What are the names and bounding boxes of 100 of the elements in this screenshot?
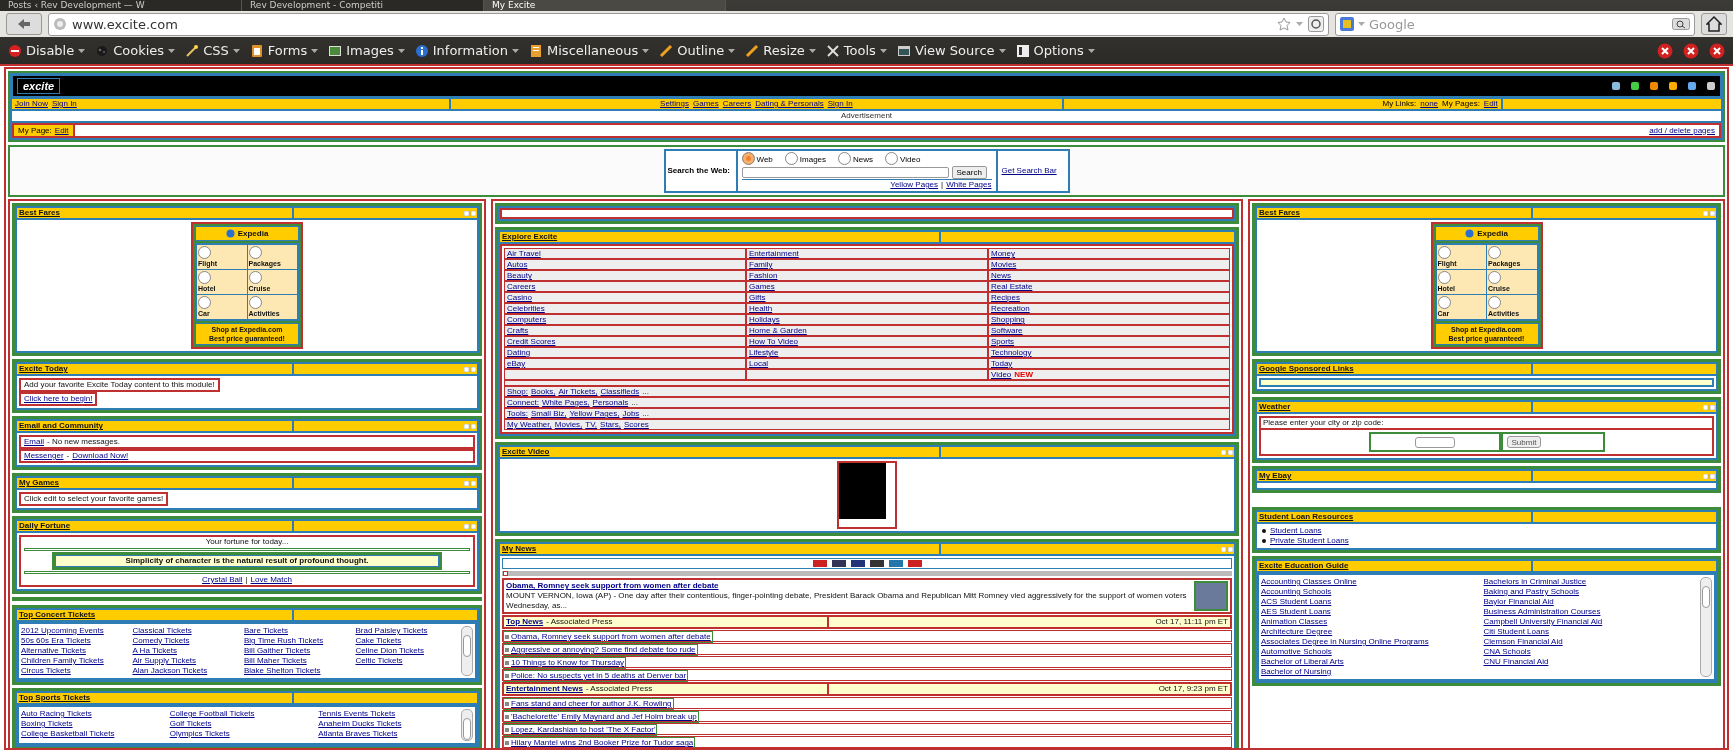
- link[interactable]: White Pages,: [542, 398, 590, 407]
- module-title-link[interactable]: Best Fares: [1259, 208, 1300, 218]
- toolbar-menu[interactable]: Outline: [659, 43, 736, 58]
- category-link[interactable]: eBay: [507, 359, 526, 368]
- link[interactable]: Books,: [530, 387, 556, 396]
- list-link[interactable]: Air Supply Tickets: [132, 656, 197, 666]
- module-title-link[interactable]: Excite Video: [502, 447, 550, 457]
- back-button[interactable]: [6, 13, 42, 35]
- toolbar-menu[interactable]: CSS: [185, 43, 240, 58]
- toolbar-menu[interactable]: Miscellaneous: [529, 43, 650, 58]
- category-link[interactable]: Credit Scores: [507, 337, 556, 346]
- address-bar[interactable]: www.excite.com: [48, 12, 1329, 36]
- link[interactable]: Email: [24, 437, 44, 447]
- category-link[interactable]: Technology: [991, 348, 1032, 357]
- link[interactable]: Yellow Pages,: [569, 409, 620, 418]
- link[interactable]: Crystal Ball: [202, 575, 243, 585]
- list-link[interactable]: Business Administration Courses: [1483, 607, 1601, 617]
- category-link[interactable]: Home & Garden: [749, 326, 807, 335]
- link[interactable]: Shop:: [507, 387, 528, 396]
- toolbar-menu[interactable]: Options: [1015, 43, 1095, 58]
- radio-option[interactable]: Images: [784, 152, 827, 165]
- module-title-link[interactable]: Best Fares: [19, 208, 60, 218]
- scrollbar[interactable]: [1700, 577, 1712, 677]
- list-link[interactable]: Children Family Tickets: [21, 656, 104, 666]
- list-link[interactable]: College Basketball Tickets: [21, 729, 115, 739]
- category-link[interactable]: Crafts: [507, 326, 529, 335]
- link[interactable]: Stars,: [600, 420, 621, 429]
- excite-logo[interactable]: excite: [17, 78, 61, 94]
- browser-tab[interactable]: Posts ‹ Rev Development — W: [0, 0, 242, 11]
- source-logo-icon[interactable]: [850, 560, 865, 567]
- category-link[interactable]: Holidays: [749, 315, 780, 324]
- link[interactable]: TV,: [585, 420, 598, 429]
- radio-option[interactable]: Web: [741, 152, 773, 165]
- list-link[interactable]: Celtic Tickets: [355, 656, 403, 666]
- category-link[interactable]: How To Video: [749, 337, 799, 346]
- list-link[interactable]: Animation Classes: [1261, 617, 1328, 627]
- source-logo-icon[interactable]: [812, 560, 827, 567]
- list-link[interactable]: Citi Student Loans: [1483, 627, 1549, 637]
- toolbar-menu[interactable]: Forms: [249, 43, 319, 58]
- category-link[interactable]: Fashion: [749, 271, 778, 280]
- list-link[interactable]: Associates Degree in Nursing Online Programs: [1261, 637, 1429, 647]
- browser-tab[interactable]: My Excite: [484, 0, 726, 11]
- list-link[interactable]: Accounting Classes Online: [1261, 577, 1357, 587]
- link[interactable]: Love Match: [250, 575, 292, 585]
- category-link[interactable]: Software: [991, 326, 1023, 335]
- list-link[interactable]: Private Student Loans: [1270, 536, 1349, 546]
- list-link[interactable]: Clemson Financial Aid: [1483, 637, 1563, 647]
- category-link[interactable]: Health: [749, 304, 773, 313]
- link[interactable]: Classifieds: [600, 387, 640, 396]
- category-link[interactable]: Recipes: [991, 293, 1020, 302]
- list-link[interactable]: Circus Tickets: [21, 666, 71, 676]
- nav-link[interactable]: Dating & Personals: [755, 99, 824, 109]
- list-link[interactable]: Bachelors in Criminal Justice: [1483, 577, 1587, 587]
- list-link[interactable]: Boxing Tickets: [21, 719, 73, 729]
- nav-link[interactable]: Sign In: [51, 99, 77, 109]
- list-link[interactable]: CNA Schools: [1483, 647, 1531, 657]
- nav-link[interactable]: Sign In: [827, 99, 853, 109]
- search-input[interactable]: [741, 167, 949, 178]
- list-link[interactable]: 50s 60s Era Tickets: [21, 636, 91, 646]
- expand-icon[interactable]: [503, 571, 508, 576]
- list-link[interactable]: Atlanta Braves Tickets: [318, 729, 398, 739]
- nav-link[interactable]: Edit: [1483, 99, 1498, 109]
- source-logo-icon[interactable]: [907, 560, 922, 567]
- list-link[interactable]: Comedy Tickets: [132, 636, 190, 646]
- toolbar-menu[interactable]: Disable: [8, 43, 86, 58]
- link[interactable]: Jobs: [622, 409, 640, 418]
- category-link[interactable]: Careers: [507, 282, 536, 291]
- category-link[interactable]: Entertainment: [749, 249, 799, 258]
- link[interactable]: Connect:: [507, 398, 540, 407]
- search-link[interactable]: White Pages: [946, 180, 992, 190]
- list-link[interactable]: Cake Tickets: [355, 636, 402, 646]
- link[interactable]: Scores: [623, 420, 649, 429]
- list-link[interactable]: Bachelor of Nursing: [1261, 667, 1332, 677]
- close-icon[interactable]: [1709, 42, 1725, 59]
- module-title-link[interactable]: Excite Today: [19, 364, 68, 374]
- link[interactable]: Tools:: [507, 409, 528, 418]
- list-link[interactable]: College Football Tickets: [169, 709, 255, 719]
- toolbar-menu[interactable]: View Source: [896, 43, 1006, 58]
- list-link[interactable]: Student Loans: [1270, 526, 1322, 536]
- module-title-link[interactable]: Daily Fortune: [19, 521, 71, 531]
- category-link[interactable]: Recreation: [991, 304, 1030, 313]
- category-link[interactable]: Celebrities: [507, 304, 545, 313]
- link[interactable]: Personals: [592, 398, 629, 407]
- list-link[interactable]: Alan Jackson Tickets: [132, 666, 208, 676]
- toolbar-menu[interactable]: Tools: [825, 43, 887, 58]
- link[interactable]: Download Now!: [72, 451, 129, 461]
- list-link[interactable]: Auto Racing Tickets: [21, 709, 92, 719]
- toolbar-menu[interactable]: Images: [328, 43, 405, 58]
- list-link[interactable]: Bachelor of Liberal Arts: [1261, 657, 1344, 667]
- zip-input[interactable]: [1414, 436, 1455, 448]
- search-link[interactable]: Yellow Pages: [890, 180, 939, 190]
- toolbar-menu[interactable]: Cookies: [95, 43, 176, 58]
- category-link[interactable]: Beauty: [507, 271, 532, 280]
- list-link[interactable]: CNU Financial Aid: [1483, 657, 1549, 667]
- category-link[interactable]: Autos: [507, 260, 528, 269]
- list-link[interactable]: Celine Dion Tickets: [355, 646, 424, 656]
- category-link[interactable]: News: [991, 271, 1011, 280]
- category-link[interactable]: Money: [991, 249, 1015, 258]
- list-link[interactable]: Bill Maher Tickets: [244, 656, 307, 666]
- list-link[interactable]: Tennis Events Tickets: [318, 709, 396, 719]
